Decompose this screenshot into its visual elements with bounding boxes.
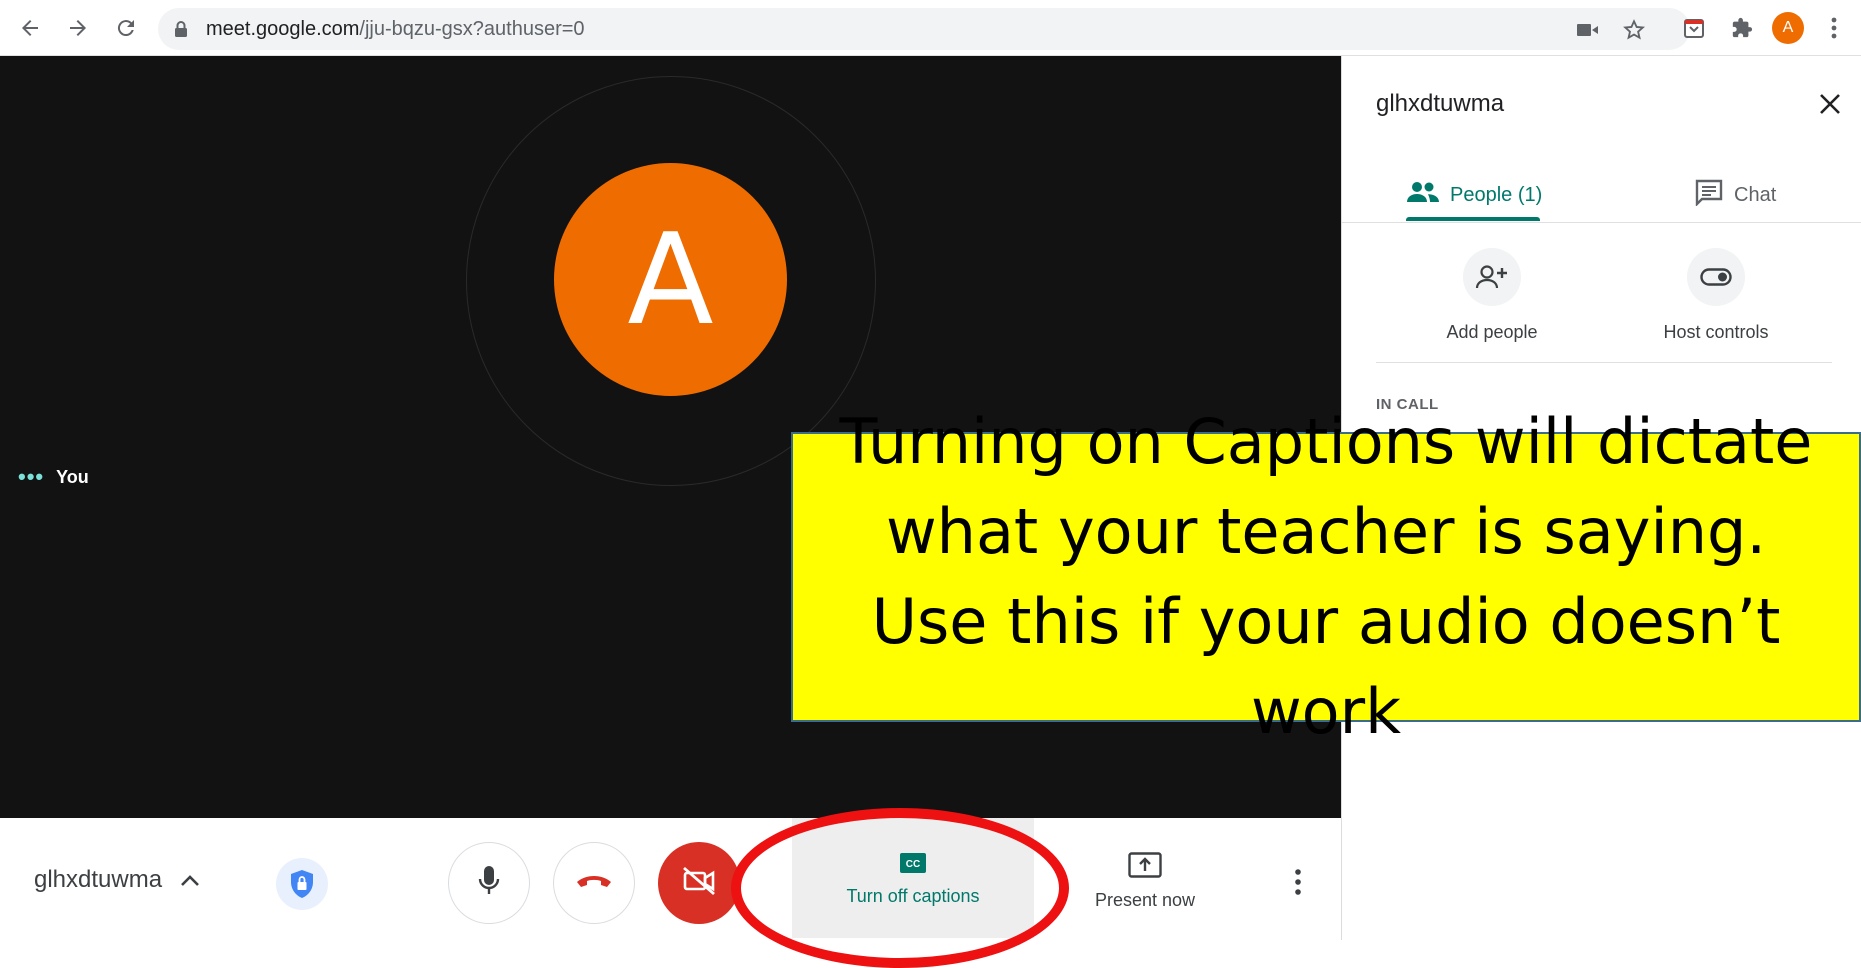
host-controls-label: Host controls bbox=[1663, 322, 1769, 342]
tab-people-label: People (1) bbox=[1450, 183, 1543, 206]
camera-toggle-button[interactable] bbox=[658, 842, 740, 924]
puzzle-extensions-icon[interactable] bbox=[1724, 10, 1760, 46]
host-controls-button[interactable]: Host controls bbox=[1636, 248, 1796, 343]
lock-icon bbox=[174, 20, 188, 43]
self-name: You bbox=[56, 466, 89, 487]
toggle-icon bbox=[1687, 248, 1745, 306]
panel-title: glhxdtuwma bbox=[1376, 90, 1505, 117]
browser-menu-icon[interactable] bbox=[1816, 10, 1852, 46]
leave-call-button[interactable] bbox=[553, 842, 635, 924]
actions-divider bbox=[1376, 362, 1832, 363]
camera-off-icon bbox=[681, 866, 717, 901]
closed-captions-icon: CC bbox=[792, 852, 1034, 874]
meeting-details-toggle[interactable]: glhxdtuwma bbox=[34, 866, 200, 894]
present-label: Present now bbox=[1094, 890, 1196, 910]
captions-label: Turn off captions bbox=[846, 886, 980, 906]
add-people-label: Add people bbox=[1446, 322, 1538, 342]
add-people-button[interactable]: Add people bbox=[1412, 248, 1572, 343]
annotation-text: Turning on Captions will dictate what yo… bbox=[839, 405, 1813, 748]
self-tile-label: ••• You bbox=[18, 464, 89, 490]
extension-icon[interactable] bbox=[1676, 10, 1712, 46]
tab-chat[interactable]: Chat bbox=[1694, 170, 1776, 220]
participant-avatar: A bbox=[554, 163, 787, 396]
close-icon[interactable] bbox=[1812, 86, 1848, 122]
url-text: meet.google.com/jju-bqzu-gsx?authuser=0 bbox=[206, 18, 585, 40]
captions-button[interactable]: CC Turn off captions bbox=[792, 818, 1034, 938]
camera-permission-icon[interactable] bbox=[1574, 16, 1602, 44]
present-screen-icon bbox=[1050, 852, 1240, 878]
annotation-callout: Turning on Captions will dictate what yo… bbox=[791, 405, 1861, 748]
more-options-icon[interactable] bbox=[1280, 864, 1316, 900]
people-icon bbox=[1406, 180, 1440, 210]
bookmark-star-icon[interactable] bbox=[1620, 16, 1648, 44]
address-bar[interactable]: meet.google.com/jju-bqzu-gsx?authuser=0 bbox=[158, 8, 1690, 50]
microphone-button[interactable] bbox=[448, 842, 530, 924]
back-arrow-icon[interactable] bbox=[12, 10, 48, 46]
reload-icon[interactable] bbox=[108, 10, 144, 46]
meeting-code: glhxdtuwma bbox=[34, 866, 163, 893]
present-now-button[interactable]: Present now bbox=[1050, 818, 1240, 938]
speaking-dots-icon: ••• bbox=[18, 464, 45, 489]
tabs-divider bbox=[1342, 222, 1861, 223]
browser-toolbar: meet.google.com/jju-bqzu-gsx?authuser=0 … bbox=[0, 0, 1861, 56]
tab-chat-label: Chat bbox=[1734, 183, 1777, 206]
hang-up-icon bbox=[575, 873, 613, 894]
security-shield-icon[interactable] bbox=[276, 858, 328, 910]
microphone-icon bbox=[478, 865, 500, 902]
active-tab-indicator bbox=[1406, 217, 1540, 221]
tab-people[interactable]: People (1) bbox=[1406, 170, 1542, 220]
forward-arrow-icon[interactable] bbox=[60, 10, 96, 46]
bottom-control-bar: glhxdtuwma CC Turn off captions Present … bbox=[0, 818, 1341, 963]
chat-icon bbox=[1694, 178, 1724, 212]
person-add-icon bbox=[1463, 248, 1521, 306]
svg-text:CC: CC bbox=[906, 859, 920, 870]
chevron-up-icon bbox=[180, 866, 200, 894]
profile-avatar[interactable]: A bbox=[1772, 12, 1804, 44]
